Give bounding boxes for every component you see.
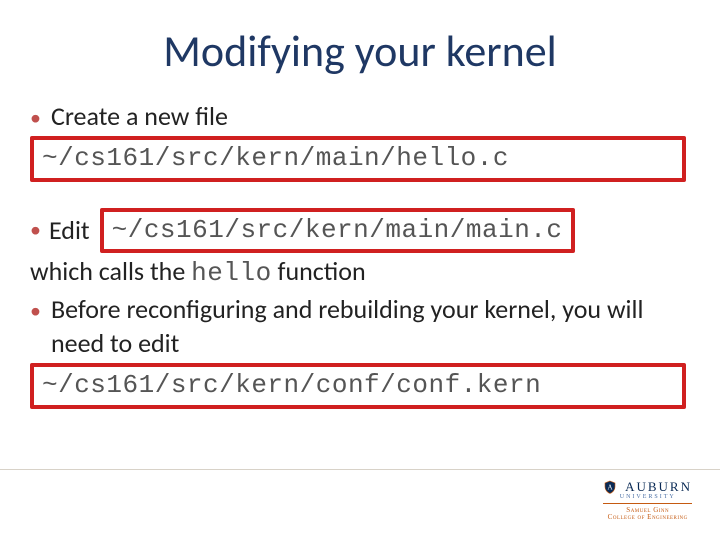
bullet-dot-icon: • xyxy=(30,298,41,324)
slide-title: Modifying your kernel xyxy=(0,24,720,78)
footer-logo: A AUBURN UNIVERSITY Samuel Ginn College … xyxy=(603,477,692,522)
logo-college2: College of Engineering xyxy=(603,514,692,522)
footer-rule xyxy=(0,469,720,470)
auburn-shield-icon: A xyxy=(603,480,617,494)
codebox-conf-kern: ~/cs161/src/kern/conf/conf.kern xyxy=(30,363,686,409)
which-calls-line: which calls the hello function xyxy=(30,255,690,291)
codebox-main-c: ~/cs161/src/kern/main/main.c xyxy=(100,208,575,254)
bullet-dot-icon: • xyxy=(30,105,41,131)
bullet-dot-icon: • xyxy=(30,216,41,245)
logo-divider xyxy=(603,503,692,504)
bullet-before-reconfig: • Before reconfiguring and rebuilding yo… xyxy=(30,293,690,361)
which-func: hello xyxy=(191,257,272,291)
which-suffix: function xyxy=(272,255,366,289)
which-prefix: which calls the xyxy=(30,255,191,289)
logo-wordmark: AUBURN xyxy=(625,479,692,494)
bullet-edit-main: • Edit ~/cs161/src/kern/main/main.c xyxy=(30,206,690,256)
slide-body: • Create a new file ~/cs161/src/kern/mai… xyxy=(30,100,690,411)
before-text: Before reconfiguring and rebuilding your… xyxy=(51,293,690,361)
edit-label: Edit xyxy=(49,214,90,248)
bullet-create-text: Create a new file xyxy=(51,100,690,134)
bullet-create-file: • Create a new file xyxy=(30,100,690,134)
codebox-hello-c: ~/cs161/src/kern/main/hello.c xyxy=(30,136,686,182)
svg-text:A: A xyxy=(608,483,613,491)
slide: Modifying your kernel • Create a new fil… xyxy=(0,0,720,540)
